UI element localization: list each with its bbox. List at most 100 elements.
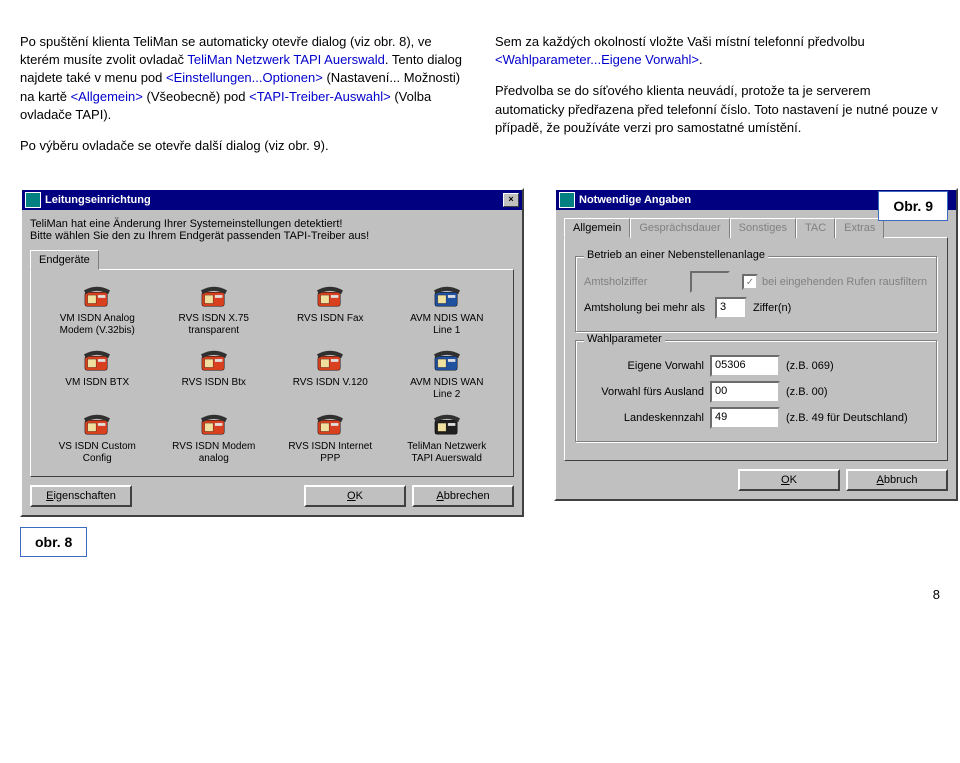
device-label: analog [160, 453, 269, 465]
phone-icon [80, 346, 114, 374]
phone-icon [80, 410, 114, 438]
left-paragraphs: Po spuštění klienta TeliMan se automatic… [20, 20, 465, 168]
vorwahl-ausland-label: Vorwahl fürs Ausland [584, 386, 704, 398]
hint-text: (z.B. 00) [786, 386, 828, 398]
window-title: Leitungseinrichtung [45, 194, 151, 206]
device-item[interactable]: RVS ISDN V.120 [274, 344, 387, 402]
rausfiltern-checkbox[interactable]: ✓ [742, 274, 758, 290]
tabstrip: Allgemein Gesprächsdauer Sonstiges TAC E… [564, 218, 948, 238]
device-grid: VM ISDN AnalogModem (V.32bis)RVS ISDN X.… [41, 280, 503, 466]
ok-button[interactable]: OK [304, 485, 406, 507]
button-row: OK Abbruch [564, 461, 948, 491]
device-item[interactable]: AVM NDIS WANLine 1 [391, 280, 504, 338]
groupbox-legend: Betrieb an einer Nebenstellenanlage [584, 249, 768, 261]
text: (Všeobecně) pod [143, 89, 249, 104]
text: Předvolba se do síťového klienta neuvádí… [495, 82, 940, 137]
landeskennzahl-label: Landeskennzahl [584, 412, 704, 424]
text-highlight: <Allgemein> [71, 89, 143, 104]
amtsholung-input[interactable]: 3 [715, 297, 747, 319]
tab-gespraechsdauer[interactable]: Gesprächsdauer [630, 218, 729, 238]
close-icon[interactable]: × [503, 193, 519, 207]
tab-extras[interactable]: Extras [835, 218, 884, 238]
eigene-vorwahl-label: Eigene Vorwahl [584, 360, 704, 372]
device-label: Modem (V.32bis) [43, 325, 152, 337]
device-item[interactable]: RVS ISDN Btx [158, 344, 271, 402]
device-label: RVS ISDN Modem [160, 441, 269, 453]
tab-sonstiges[interactable]: Sonstiges [730, 218, 796, 238]
titlebar[interactable]: Leitungseinrichtung × [22, 190, 522, 210]
text-highlight: <Wahlparameter...Eigene Vorwahl> [495, 52, 699, 67]
phone-icon [430, 410, 464, 438]
instruction-text: Po spuštění klienta TeliMan se automatic… [20, 20, 940, 168]
phone-icon [313, 346, 347, 374]
notwendige-angaben-column: Notwendige Angaben Allgemein Gesprächsda… [554, 188, 958, 501]
window-title: Notwendige Angaben [579, 194, 691, 206]
device-label: RVS ISDN Btx [160, 377, 269, 389]
app-icon [559, 192, 575, 208]
device-label: Line 1 [393, 325, 502, 337]
tab-panel-endgeraete: VM ISDN AnalogModem (V.32bis)RVS ISDN X.… [30, 269, 514, 477]
device-item[interactable]: VS ISDN CustomConfig [41, 408, 154, 466]
hint-text: (z.B. 49 für Deutschland) [786, 412, 908, 424]
device-label: RVS ISDN Internet [276, 441, 385, 453]
text-highlight: <TAPI-Treiber-Auswahl> [249, 89, 391, 104]
device-item[interactable]: RVS ISDN X.75transparent [158, 280, 271, 338]
text: . [699, 52, 703, 67]
text-highlight: TeliMan Netzwerk TAPI Auerswald [187, 52, 384, 67]
text: Po výběru ovladače se otevře další dialo… [20, 137, 465, 155]
phone-icon [313, 282, 347, 310]
device-item[interactable]: VM ISDN AnalogModem (V.32bis) [41, 280, 154, 338]
device-item[interactable]: AVM NDIS WANLine 2 [391, 344, 504, 402]
text: TeliMan hat eine Änderung Ihrer Systemei… [30, 218, 514, 230]
device-label: RVS ISDN X.75 [160, 313, 269, 325]
eigenschaften-button[interactable]: Eigenschaften [30, 485, 132, 507]
figure-caption-8: obr. 8 [20, 527, 87, 557]
text: Bitte wählen Sie den zu Ihrem Endgerät p… [30, 230, 514, 242]
group-wahlparameter: Wahlparameter Eigene Vorwahl 05306 (z.B.… [575, 340, 937, 442]
phone-icon [430, 346, 464, 374]
phone-icon [197, 346, 231, 374]
device-item[interactable]: RVS ISDN Fax [274, 280, 387, 338]
leitungseinrichtung-column: Leitungseinrichtung × TeliMan hat eine Ä… [20, 188, 524, 557]
eigene-vorwahl-input[interactable]: 05306 [710, 355, 780, 377]
tab-endgeraete[interactable]: Endgeräte [30, 250, 99, 270]
phone-icon [430, 282, 464, 310]
text-highlight: <Einstellungen...Optionen> [166, 70, 323, 85]
vorwahl-ausland-input[interactable]: 00 [710, 381, 780, 403]
device-label: RVS ISDN Fax [276, 313, 385, 325]
abbrechen-button[interactable]: Abbrechen [412, 485, 514, 507]
tab-allgemein[interactable]: Allgemein [564, 218, 630, 238]
device-label: RVS ISDN V.120 [276, 377, 385, 389]
tab-panel-allgemein: Betrieb an einer Nebenstellenanlage Amts… [564, 237, 948, 461]
device-label: TeliMan Netzwerk [393, 441, 502, 453]
app-icon [25, 192, 41, 208]
notwendige-angaben-dialog: Notwendige Angaben Allgemein Gesprächsda… [554, 188, 958, 501]
abbruch-button[interactable]: Abbruch [846, 469, 948, 491]
tabstrip: Endgeräte [30, 250, 514, 270]
leitungseinrichtung-dialog: Leitungseinrichtung × TeliMan hat eine Ä… [20, 188, 524, 517]
ok-button[interactable]: OK [738, 469, 840, 491]
phone-icon [313, 410, 347, 438]
device-item[interactable]: TeliMan NetzwerkTAPI Auerswald [391, 408, 504, 466]
tab-tac[interactable]: TAC [796, 218, 835, 238]
device-label: AVM NDIS WAN [393, 313, 502, 325]
device-item[interactable]: VM ISDN BTX [41, 344, 154, 402]
page-number: 8 [20, 587, 940, 602]
hint-text: (z.B. 069) [786, 360, 834, 372]
device-label: VS ISDN Custom [43, 441, 152, 453]
device-label: VM ISDN Analog [43, 313, 152, 325]
right-paragraphs: Sem za každých okolností vložte Vaši mís… [495, 20, 940, 168]
phone-icon [197, 410, 231, 438]
intro-text: TeliMan hat eine Änderung Ihrer Systemei… [30, 218, 514, 242]
text: Sem za každých okolností vložte Vaši mís… [495, 34, 865, 49]
device-label: PPP [276, 453, 385, 465]
figure-caption-9: Obr. 9 [878, 191, 948, 221]
amtsholziffer-input[interactable] [690, 271, 730, 293]
device-label: Config [43, 453, 152, 465]
device-item[interactable]: RVS ISDN InternetPPP [274, 408, 387, 466]
device-label: AVM NDIS WAN [393, 377, 502, 389]
ziffern-label: Ziffer(n) [753, 302, 791, 314]
device-label: TAPI Auerswald [393, 453, 502, 465]
landeskennzahl-input[interactable]: 49 [710, 407, 780, 429]
device-item[interactable]: RVS ISDN Modemanalog [158, 408, 271, 466]
